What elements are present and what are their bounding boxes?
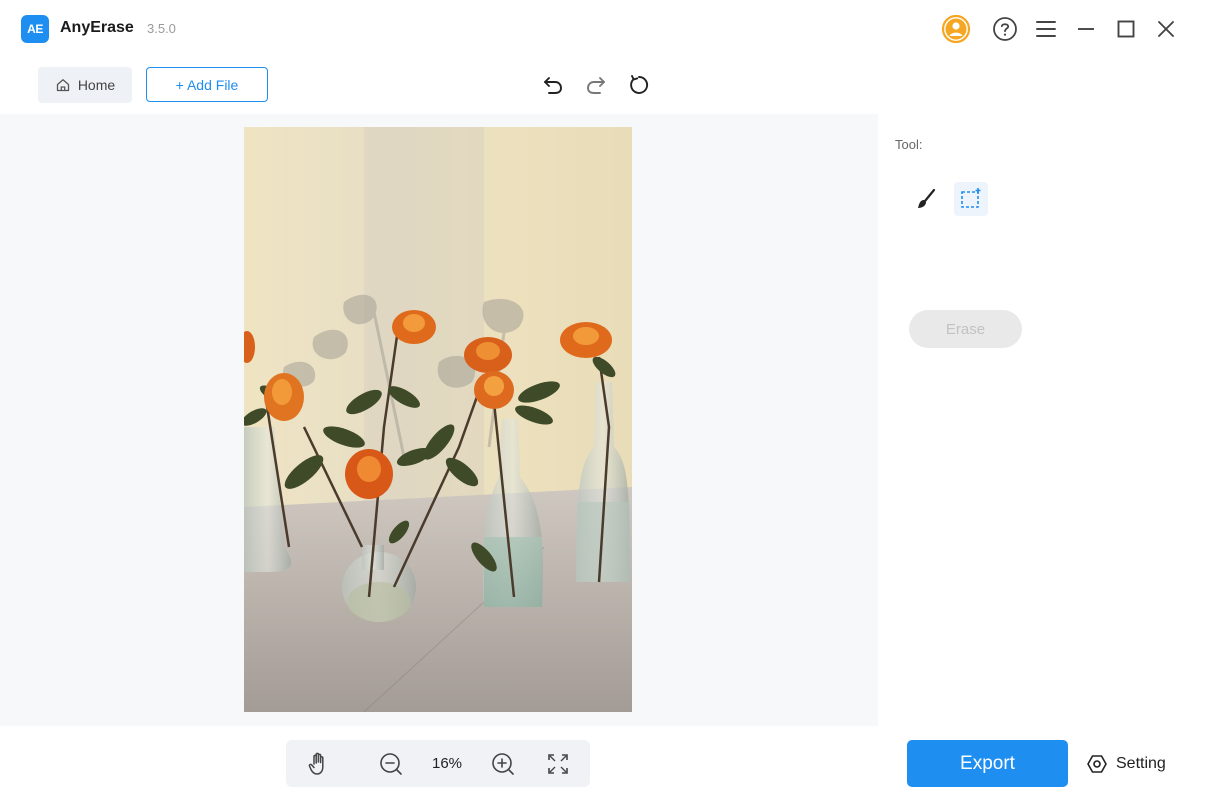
erase-button[interactable]: Erase: [909, 310, 1022, 348]
home-label: Home: [77, 77, 116, 93]
brush-tool-button[interactable]: [909, 182, 943, 216]
reset-icon[interactable]: [624, 70, 654, 100]
minimize-icon[interactable]: [1071, 14, 1101, 44]
maximize-icon[interactable]: [1111, 14, 1141, 44]
help-icon[interactable]: [990, 14, 1020, 44]
app-version: 3.5.0: [147, 21, 176, 36]
zoom-level: 16%: [432, 755, 463, 772]
zoom-in-icon[interactable]: [489, 750, 517, 778]
account-icon[interactable]: [941, 14, 971, 44]
app-name: AnyErase: [60, 19, 134, 36]
rect-select-icon: [961, 188, 981, 208]
fit-screen-icon[interactable]: [544, 750, 572, 778]
undo-icon[interactable]: [538, 70, 568, 100]
setting-button[interactable]: Setting: [1086, 751, 1166, 777]
home-button[interactable]: Home: [38, 67, 132, 103]
zoom-out-icon[interactable]: [377, 750, 405, 778]
brush-icon: [918, 188, 936, 208]
tool-label: Tool:: [895, 137, 923, 152]
uploaded-image: [244, 127, 632, 712]
zoom-toolbar: 16%: [286, 740, 590, 787]
setting-icon: [1087, 755, 1107, 773]
menu-icon[interactable]: [1031, 14, 1061, 44]
add-file-button[interactable]: + Add File: [146, 67, 268, 102]
setting-label: Setting: [1116, 755, 1166, 772]
export-button[interactable]: Export: [907, 740, 1068, 787]
hand-icon[interactable]: [305, 750, 333, 778]
redo-icon[interactable]: [581, 70, 611, 100]
app-window: AE AnyErase 3.5.0 Home + Add File Tool: …: [0, 0, 1206, 800]
home-icon: [56, 79, 69, 92]
rect-select-tool-button[interactable]: [954, 182, 988, 216]
close-icon[interactable]: [1151, 14, 1181, 44]
title-bar: AE AnyErase 3.5.0: [0, 0, 1206, 56]
app-logo: AE: [21, 15, 49, 43]
